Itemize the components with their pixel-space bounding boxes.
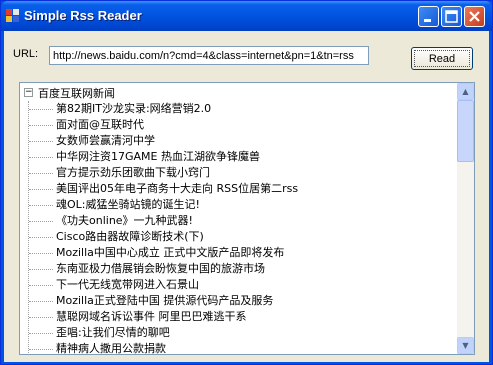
app-window: Simple Rss Reader URL: Read − 百度互联网新闻 第8… [0,0,493,365]
close-icon [469,11,480,22]
title-bar[interactable]: Simple Rss Reader [1,1,492,31]
read-button-label: Read [428,52,456,65]
scroll-up-icon: ▲ [462,87,469,96]
url-label: URL: [13,48,39,60]
tree-item-label: 美国评出05年电子商务十大走向 RSS位居第二rss [56,182,299,195]
window-title: Simple Rss Reader [24,8,142,23]
scroll-up-button[interactable]: ▲ [457,83,474,100]
tree-item-label: Mozilla中国中心成立 正式中文版产品即将发布 [56,246,285,259]
client-area: URL: Read − 百度互联网新闻 第82期IT沙龙实录:网络营销2.0 面… [4,31,489,362]
minimize-button[interactable] [418,6,439,27]
tree-item-label: 女数师尝赢清河中学 [56,134,155,147]
tree-item-label: 下一代无线宽带网进入石景山 [56,278,199,291]
vertical-scrollbar[interactable]: ▲ ▼ [457,83,474,354]
collapse-toggle-icon[interactable]: − [24,88,33,97]
tree-item-label: 慧聪网域名诉讼事件 阿里巴巴难逃干系 [56,310,247,323]
tree-item-label: 精神病人撒用公款捐款 [56,342,166,355]
url-input[interactable] [49,46,369,65]
close-button[interactable] [464,6,485,27]
maximize-icon [445,10,458,23]
tree-item-label: Cisco路由器故障诊断技术(下) [56,230,204,243]
tree-item-label: 第82期IT沙龙实录:网络营销2.0 [56,102,212,115]
tree-item-label: 魂OL:威猛坐骑站镜的诞生记! [56,198,200,211]
tree-item-label: 东南亚极力借展销会盼恢复中国的旅游市场 [56,262,265,275]
scroll-down-button[interactable]: ▼ [457,337,474,354]
tree-item-label: 面对面@互联时代 [56,118,144,131]
tree-item-label: 歪唱:让我们尽情的聊吧 [56,326,170,339]
feed-tree[interactable]: − 百度互联网新闻 第82期IT沙龙实录:网络营销2.0 面对面@互联时代 女数… [19,82,475,355]
minimize-icon [424,19,431,22]
tree-item-label: 《功夫online》一九种武器! [56,214,193,227]
app-icon [6,9,20,23]
tree-root-label: 百度互联网新闻 [38,87,115,100]
maximize-button[interactable] [441,6,462,27]
tree-item-label: 官方提示劲乐团歌曲下载小窍门 [56,166,210,179]
scroll-down-icon: ▼ [462,341,469,350]
tree-item-label: Mozilla正式登陆中国 提供源代码产品及服务 [56,294,274,307]
scroll-thumb[interactable] [457,100,474,162]
tree-item-label: 中华网注资17GAME 热血江湖欲争锋魔兽 [56,150,260,163]
read-button[interactable]: Read [411,47,473,70]
